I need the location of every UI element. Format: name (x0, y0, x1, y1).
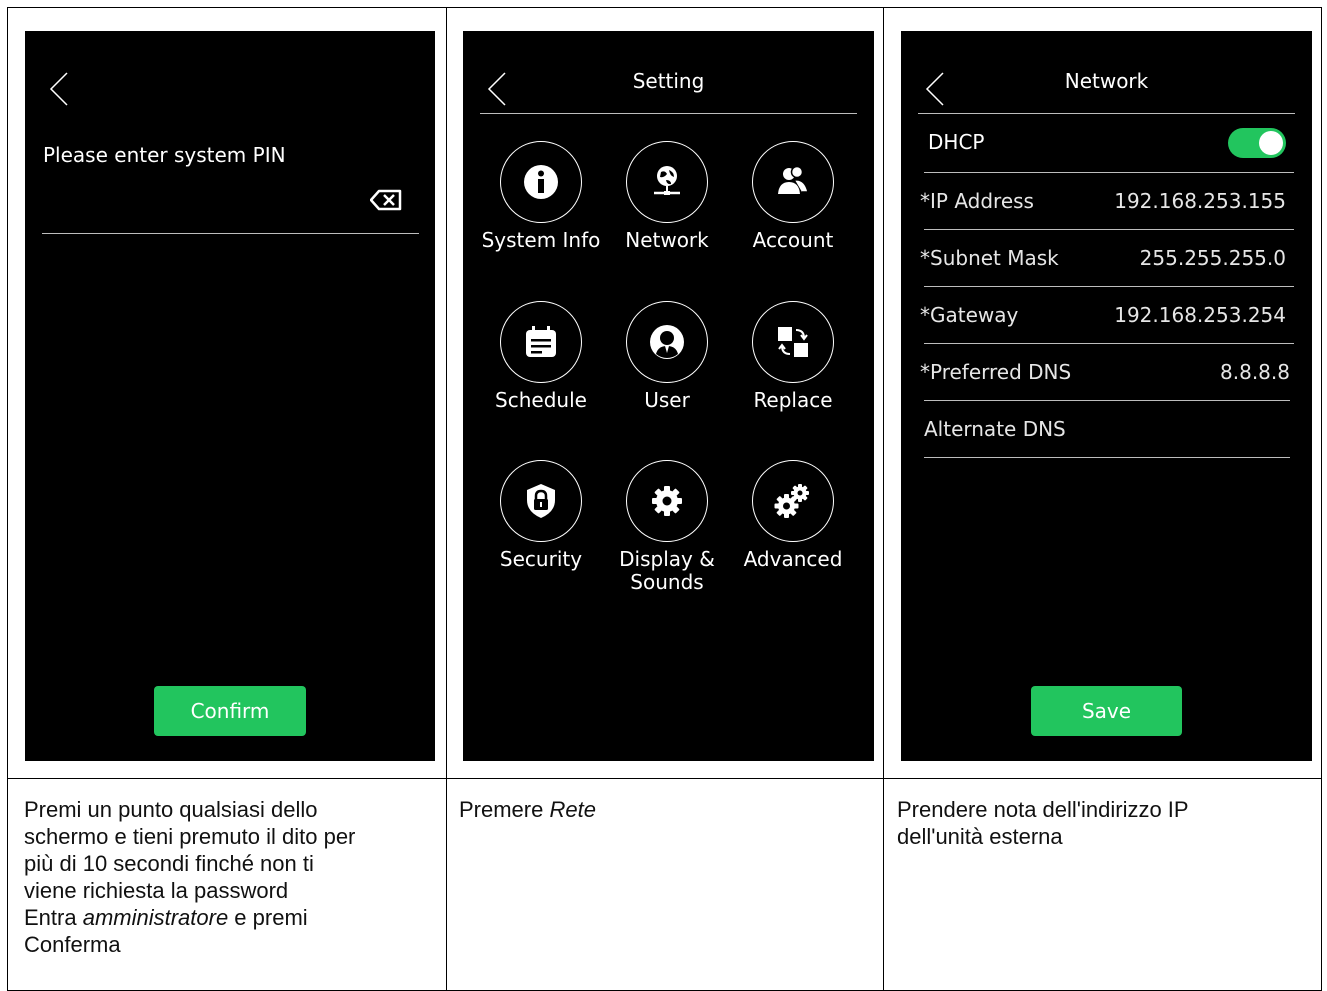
caption-line: Entra amministratore e premi (24, 904, 439, 931)
page-title: Network (901, 69, 1312, 93)
setting-screen: Setting System Info Network (463, 31, 874, 761)
tile-security[interactable]: Security (476, 460, 606, 571)
field-label: *Gateway (920, 303, 1018, 327)
field-label: Alternate DNS (924, 417, 1066, 441)
caption-step-2: Premere Rete (459, 796, 874, 823)
backspace-button[interactable] (370, 189, 402, 215)
field-row[interactable]: *IP Address 192.168.253.155 (920, 173, 1286, 230)
save-button[interactable]: Save (1031, 686, 1182, 736)
caption-line: schermo e tieni premuto il dito per (24, 823, 439, 850)
field-row[interactable]: Alternate DNS (924, 401, 1290, 458)
network-screen: Network DHCP *IP Address 192.168.253.155… (901, 31, 1312, 761)
field-label: *IP Address (920, 189, 1034, 213)
row-divider (7, 778, 1322, 779)
tile-label: System Info (476, 229, 606, 252)
backspace-icon (370, 189, 402, 211)
pin-screen: Please enter system PIN Confirm (25, 31, 435, 761)
field-value: 192.168.253.254 (1114, 303, 1286, 327)
account-users-icon (773, 162, 813, 202)
tile-replace[interactable]: Replace (728, 301, 858, 412)
toggle-knob (1259, 131, 1283, 155)
caption-line: più di 10 secondi finché non ti (24, 850, 439, 877)
pin-prompt: Please enter system PIN (43, 143, 286, 167)
shield-lock-icon (521, 481, 561, 521)
tile-label: Display & Sounds (602, 548, 732, 594)
tile-label: Network (602, 229, 732, 252)
caption-line: Premi un punto qualsiasi dello (24, 796, 439, 823)
page-title: Setting (463, 69, 874, 93)
tile-user[interactable]: User (602, 301, 732, 412)
tile-display-sounds[interactable]: Display & Sounds (602, 460, 732, 594)
tile-system-info[interactable]: System Info (476, 141, 606, 252)
field-value: 255.255.255.0 (1140, 246, 1286, 270)
title-divider (480, 113, 857, 114)
tile-label: Advanced (728, 548, 858, 571)
back-button[interactable] (47, 71, 73, 107)
column-divider (446, 7, 447, 991)
dhcp-label: DHCP (928, 130, 984, 154)
tile-schedule[interactable]: Schedule (476, 301, 606, 412)
field-row[interactable]: *Preferred DNS 8.8.8.8 (920, 344, 1290, 401)
pin-underline (42, 233, 419, 234)
field-label: *Subnet Mask (920, 246, 1059, 270)
caption-line: dell'unità esterna (897, 823, 1312, 850)
emphasis: amministratore (83, 905, 228, 930)
gear-icon (647, 481, 687, 521)
tile-label: Account (728, 229, 858, 252)
chevron-left-icon (47, 71, 73, 107)
title-divider (918, 113, 1295, 114)
tile-label: Replace (728, 389, 858, 412)
tile-network[interactable]: Network (602, 141, 732, 252)
replace-icon (773, 322, 813, 362)
emphasis: Rete (549, 797, 595, 822)
field-value: 192.168.253.155 (1114, 189, 1286, 213)
calendar-icon (521, 322, 561, 362)
field-value: 8.8.8.8 (1220, 360, 1290, 384)
tile-account[interactable]: Account (728, 141, 858, 252)
column-divider (883, 7, 884, 991)
field-label: *Preferred DNS (920, 360, 1071, 384)
tile-advanced[interactable]: Advanced (728, 460, 858, 571)
tile-label: Security (476, 548, 606, 571)
field-row[interactable]: *Subnet Mask 255.255.255.0 (920, 230, 1286, 287)
user-icon (647, 322, 687, 362)
info-icon (521, 162, 561, 202)
caption-line: Conferma (24, 931, 439, 958)
caption-line: viene richiesta la password (24, 877, 439, 904)
field-row[interactable]: *Gateway 192.168.253.254 (920, 287, 1286, 344)
caption-line: Prendere nota dell'indirizzo IP (897, 796, 1312, 823)
tile-label: Schedule (476, 389, 606, 412)
row-divider (924, 457, 1290, 458)
pin-input[interactable] (43, 181, 403, 231)
dhcp-row: DHCP (928, 116, 1286, 173)
caption-step-3: Prendere nota dell'indirizzo IP dell'uni… (897, 796, 1312, 850)
dhcp-toggle[interactable] (1228, 128, 1286, 158)
caption-step-1: Premi un punto qualsiasi dello schermo e… (24, 796, 439, 958)
network-globe-icon (647, 162, 687, 202)
tile-label: User (602, 389, 732, 412)
confirm-button[interactable]: Confirm (154, 686, 306, 736)
gears-icon (773, 481, 813, 521)
